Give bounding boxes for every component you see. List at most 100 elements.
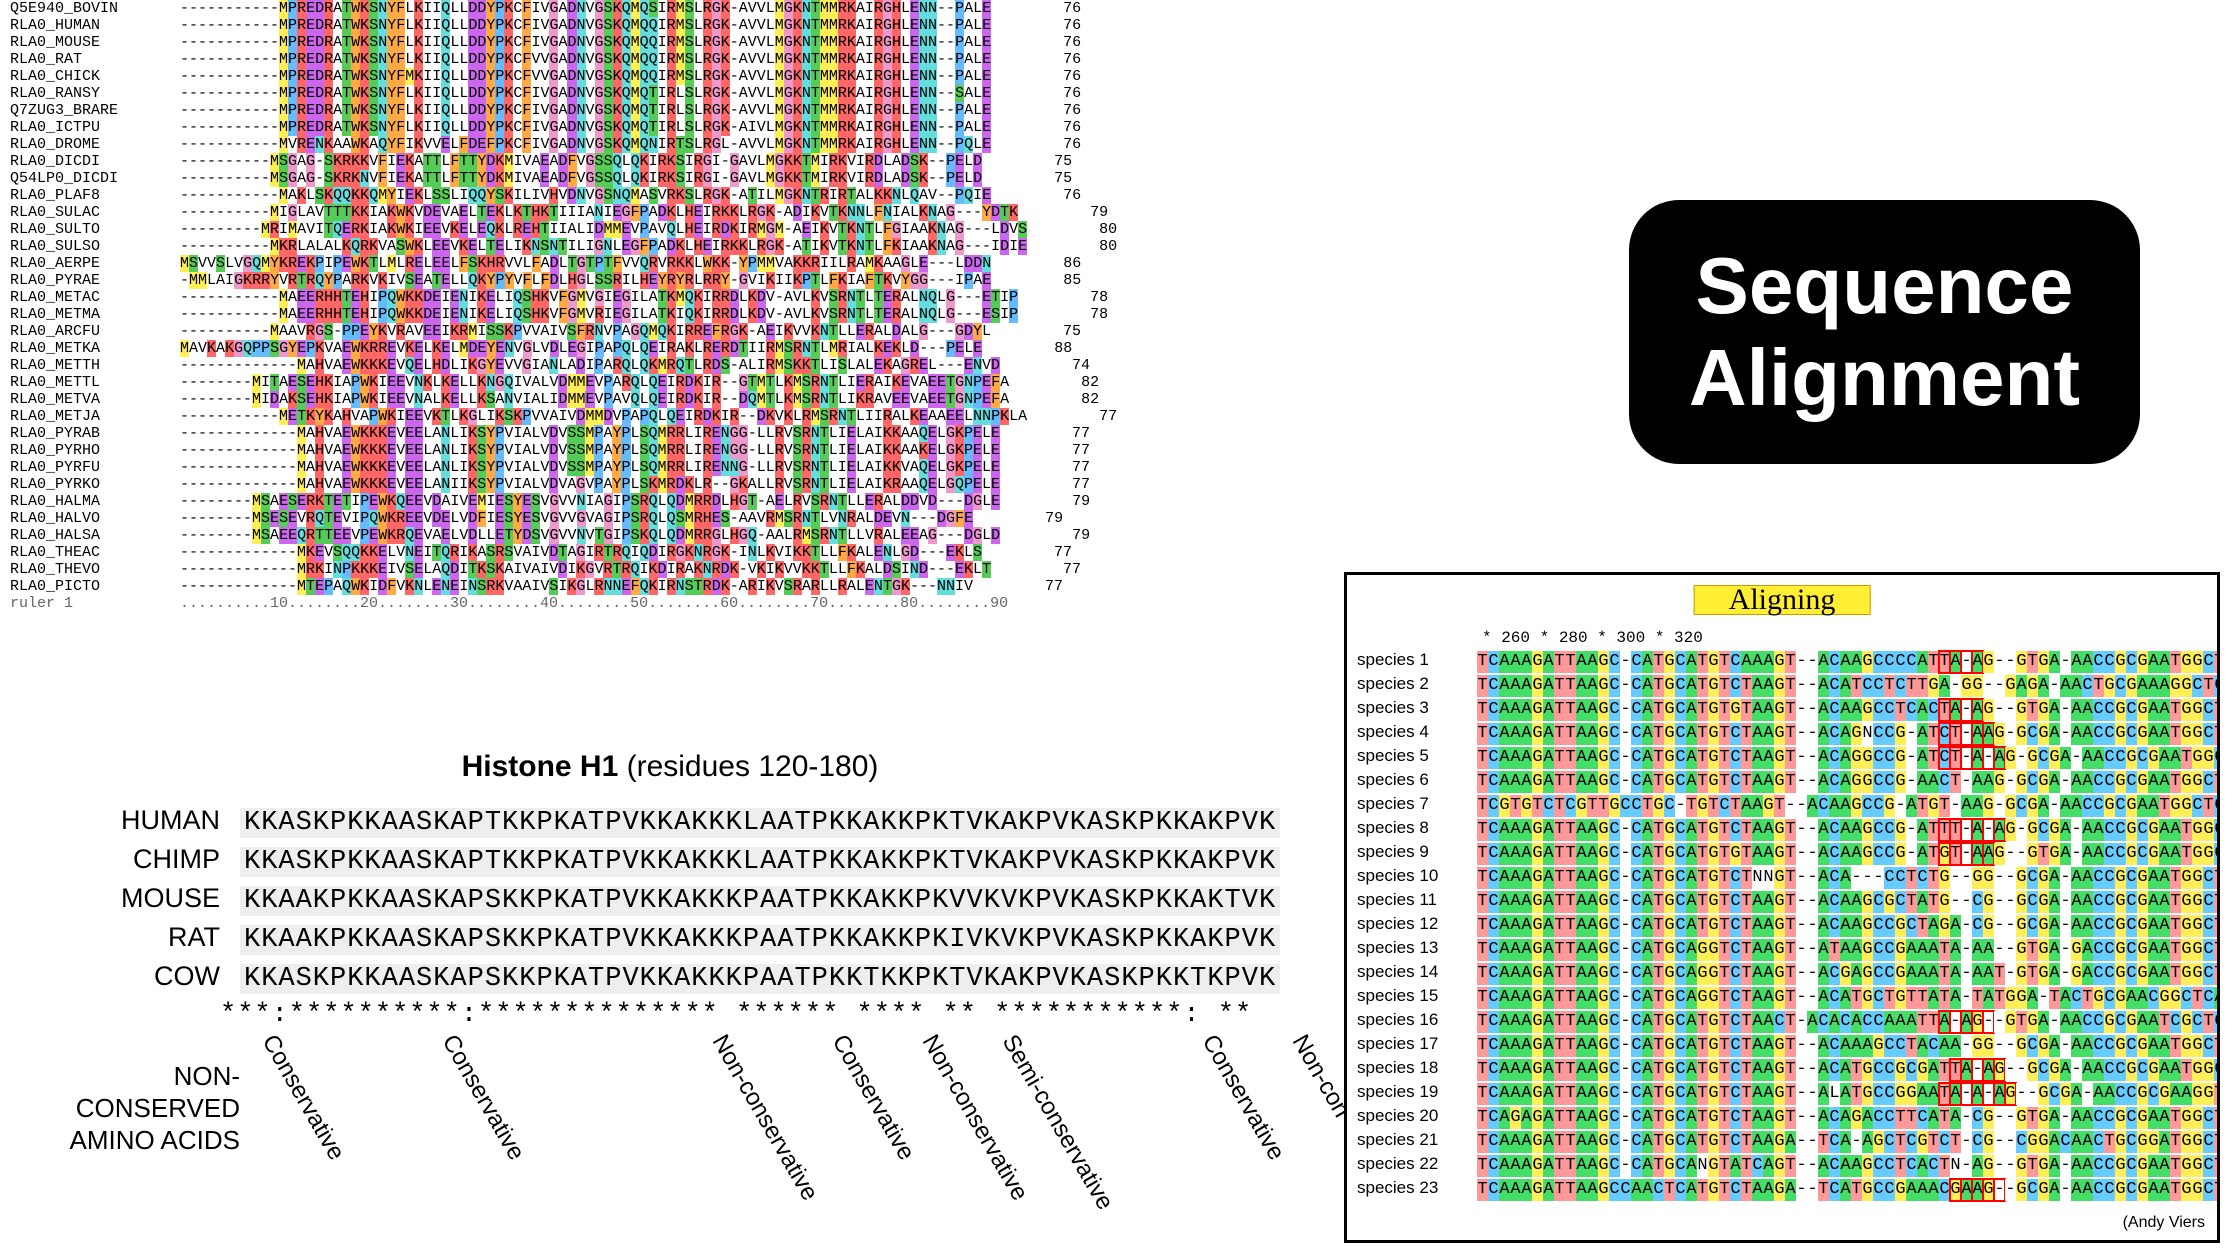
angle-labels: ConservativeConservativeNon-conservative…	[280, 1000, 1360, 1260]
alignment-row: RLA0_THEVO-------------MRKINPKKKEIVSELAQ…	[10, 561, 1300, 578]
histone-row-label: RAT	[20, 919, 240, 955]
dna-row-seq: TCAAAGATTAAGC-CATGCATGTCTAAGT--ACAGGCCG-…	[1477, 748, 2220, 767]
dna-row-label: species 23	[1357, 1177, 1477, 1199]
dna-row-seq: TCAAAGATTAAGC-CATGCANGTATCAGT--ACAAGCCTC…	[1477, 1156, 2220, 1175]
row-seq: -----------METKYKAHVAPWKIEEVKTLKGLIKSKPV…	[180, 408, 1027, 425]
row-pos: 85	[991, 272, 1081, 289]
alignment-row: RLA0_METAC-----------MAEERHHTEHIPQWKKDEI…	[10, 289, 1300, 306]
alignment-row: RLA0_METTL--------MITAESEHKIAPWKIEEVNKLK…	[10, 374, 1300, 391]
alignment-row: RLA0_AERPEMSVVSLVGQMYKREKPIPEWKTLMLRELEE…	[10, 255, 1300, 272]
dna-row-seq: TCAGAGATTAAGC-CATGCATGTCTAAGT--ACAGACCTT…	[1477, 1108, 2220, 1127]
dna-row: species 10TCAAAGATTAAGC-CATGCATGTCTNNGT-…	[1357, 865, 2211, 889]
dna-row-seq: TCAAAGATTAAGC-CATGCATGTCTAAGT--ACAGGCCG-…	[1477, 772, 2220, 791]
histone-row-label: HUMAN	[20, 802, 240, 838]
dna-row: species 12TCAAAGATTAAGC-CATGCATGTCTAAGT-…	[1357, 913, 2211, 937]
angle-label: Conservative	[436, 1030, 530, 1165]
alignment-row: Q5E940_BOVIN-----------MPREDRATWKSNYFLKI…	[10, 0, 1300, 17]
angle-label: Non-conservative	[706, 1030, 824, 1206]
row-pos: 82	[1009, 374, 1099, 391]
row-seq: -------------MAHVAEWKKKEVQELHDLIKGYEVVGI…	[180, 357, 1000, 374]
histone-row-label: CHIMP	[20, 841, 240, 877]
row-seq: --------MIDAKSEHKIAPWKIEEVNALKELLKSANVIA…	[180, 391, 1009, 408]
histone-title-suffix: (residues 120-180)	[618, 750, 878, 783]
alignment-row: RLA0_CHICK-----------MPREDRATWKSNYFMKIIQ…	[10, 68, 1300, 85]
row-pos: 76	[991, 119, 1081, 136]
row-pos: 88	[982, 340, 1072, 357]
histone-row: HUMANKKASKPKKAASKAPTKKPKATPVKKAKKKLAATPK…	[20, 802, 1320, 841]
row-label: RLA0_METVA	[10, 391, 180, 408]
protein-alignment: Q5E940_BOVIN -----------MPREDRATWKSNYFLKI…	[10, 0, 1300, 612]
alignment-row: RLA0_SULAC----------MIGLAVTTTKKIAKWKVDEV…	[10, 204, 1300, 221]
dna-row: species 7TCGTGTCTCGTTGCCTGC-TGTCTAAGT--A…	[1357, 793, 2211, 817]
row-pos: 75	[982, 153, 1072, 170]
dna-row-label: species 18	[1357, 1057, 1477, 1079]
alignment-row: RLA0_METMA-----------MAEERHHTEHIPQWKKDEI…	[10, 306, 1300, 323]
histone-block: Histone H1 (residues 120-180) HUMANKKASK…	[20, 750, 1320, 1033]
dna-row-label: species 16	[1357, 1009, 1477, 1031]
dna-row-label: species 22	[1357, 1153, 1477, 1175]
row-label: RLA0_METJA	[10, 408, 180, 425]
row-pos: 82	[1009, 391, 1099, 408]
row-seq: --------MSAEEQRTTEEVPEWKRQEVAELVDLLETYDS…	[180, 527, 1000, 544]
row-pos: 80	[1027, 221, 1117, 238]
row-label: RLA0_ICTPU	[10, 119, 180, 136]
dna-row-label: species 4	[1357, 721, 1477, 743]
dna-row: species 17TCAAAGATTAAGC-CATGCATGTCTAAGT-…	[1357, 1033, 2211, 1057]
histone-row-label: MOUSE	[20, 880, 240, 916]
dna-row-label: species 6	[1357, 769, 1477, 791]
row-label: RLA0_MOUSE	[10, 34, 180, 51]
dna-row-seq: TCAAAGATTAAGC-CATGCATGTCTAAGA--TCA-AGCTC…	[1477, 1132, 2220, 1151]
row-pos: 76	[991, 85, 1081, 102]
row-pos: 77	[982, 544, 1072, 561]
histone-row-label: COW	[20, 958, 240, 994]
ruler-row: ruler 1..........10........20........30.…	[10, 595, 1300, 612]
dna-row-seq: TCAAAGATTAAGCCAACTCATGTCTAAGA--TCATGCCGA…	[1477, 1180, 2220, 1199]
row-label: RLA0_AERPE	[10, 255, 180, 272]
row-label: RLA0_METTH	[10, 357, 180, 374]
dna-row: species 5TCAAAGATTAAGC-CATGCATGTCTAAGT--…	[1357, 745, 2211, 769]
alignment-row: RLA0_METKAMAVKAKGQPPSGYEPKVAEWKRREVKELKE…	[10, 340, 1300, 357]
dna-row-seq: TCAAAGATTAAGC-CATGCATGTCTAAGT--ACAAGCGCT…	[1477, 892, 2220, 911]
row-seq: -----------MPREDRATWKSNYFLKIIQLLDDYPKCFI…	[180, 119, 991, 136]
dna-row-label: species 10	[1357, 865, 1477, 887]
dna-row: species 23TCAAAGATTAAGCCAACTCATGTCTAAGA-…	[1357, 1177, 2211, 1201]
row-pos: 78	[1018, 289, 1108, 306]
dna-row-seq: TCAAAGATTAAGC-CATGCATGTCTAACT-ACACACCAAA…	[1477, 1012, 2220, 1031]
angle-label: Conservative	[826, 1030, 920, 1165]
row-seq: ----------MSGAG-SKRKKVFIEKATTLFTTYDKMIVA…	[180, 153, 982, 170]
row-seq: -----------MAEERHHTEHIPQWKKDEIENIKELIQSH…	[180, 306, 1018, 323]
alignment-row: Q7ZUG3_BRARE-----------MPREDRATWKSNYFLKI…	[10, 102, 1300, 119]
row-label: RLA0_PYRAE	[10, 272, 180, 289]
row-pos: 74	[1000, 357, 1090, 374]
row-seq: -----------MPREDRATWKSNYFMKIIQLLDDYPKCFV…	[180, 68, 991, 85]
alignment-row: RLA0_HALMA--------MSAESERKTETIPEWKQEEVDA…	[10, 493, 1300, 510]
row-pos: 79	[1000, 493, 1090, 510]
row-label: RLA0_HALVO	[10, 510, 180, 527]
dna-row-seq: TCGTGTCTCGTTGCCTGC-TGTCTAAGT--ACAAGCCG-A…	[1477, 796, 2220, 815]
row-seq: --------MSESEVRQTEVIPQWKREEVDELVDFIESYES…	[180, 510, 973, 527]
row-pos: 76	[991, 34, 1081, 51]
row-pos: 75	[982, 170, 1072, 187]
dna-row-seq: TCAAAGATTAAGC-CATGCATGTCTAAGT--ACATCCTCT…	[1477, 676, 2220, 695]
alignment-row: RLA0_SULSO----------MKRLALALKQRKVASWKLEE…	[10, 238, 1300, 255]
row-seq: -------------MAHVAEWKKKEVEELANLIKSYPVIAL…	[180, 442, 1000, 459]
alignment-row: RLA0_PYRAE-MMLAIGKRRYVRTRQYPARKVKIVSEATE…	[10, 272, 1300, 289]
dna-row: species 6TCAAAGATTAAGC-CATGCATGTCTAAGT--…	[1357, 769, 2211, 793]
row-label: RLA0_ARCFU	[10, 323, 180, 340]
dna-row: species 8TCAAAGATTAAGC-CATGCATGTCTAAGT--…	[1357, 817, 2211, 841]
alignment-row: RLA0_DROME-----------MVRENKAAWKAQYFIKVVE…	[10, 136, 1300, 153]
dna-row: species 16TCAAAGATTAAGC-CATGCATGTCTAACT-…	[1357, 1009, 2211, 1033]
histone-rows: HUMANKKASKPKKAASKAPTKKPKATPVKKAKKKLAATPK…	[20, 802, 1320, 997]
alignment-row: RLA0_HALVO--------MSESEVRQTEVIPQWKREEVDE…	[10, 510, 1300, 527]
row-label: RLA0_METTL	[10, 374, 180, 391]
alignment-row: RLA0_HALSA--------MSAEEQRTTEEVPEWKRQEVAE…	[10, 527, 1300, 544]
dna-row: species 4TCAAAGATTAAGC-CATGCATGTCTAAGT--…	[1357, 721, 2211, 745]
row-label: Q5E940_BOVIN	[10, 0, 180, 17]
row-label: Q54LP0_DICDI	[10, 170, 180, 187]
histone-row-seq: KKAAKPKKAASKAPSKKPKATPVKKAKKKPAATPKKAKKP…	[240, 886, 1280, 916]
row-label: RLA0_METMA	[10, 306, 180, 323]
dna-row-seq: TCAAAGATTAAGC-CATGCATGTCTAAGT--ACAGNCCG-…	[1477, 724, 2220, 743]
dna-row-label: species 17	[1357, 1033, 1477, 1055]
row-seq: ----------MKRLALALKQRKVASWKLEEVKELTELIKN…	[180, 238, 1027, 255]
row-seq: -------------MAHVAEWKKKEVEELANLIKSYPVIAL…	[180, 459, 1000, 476]
